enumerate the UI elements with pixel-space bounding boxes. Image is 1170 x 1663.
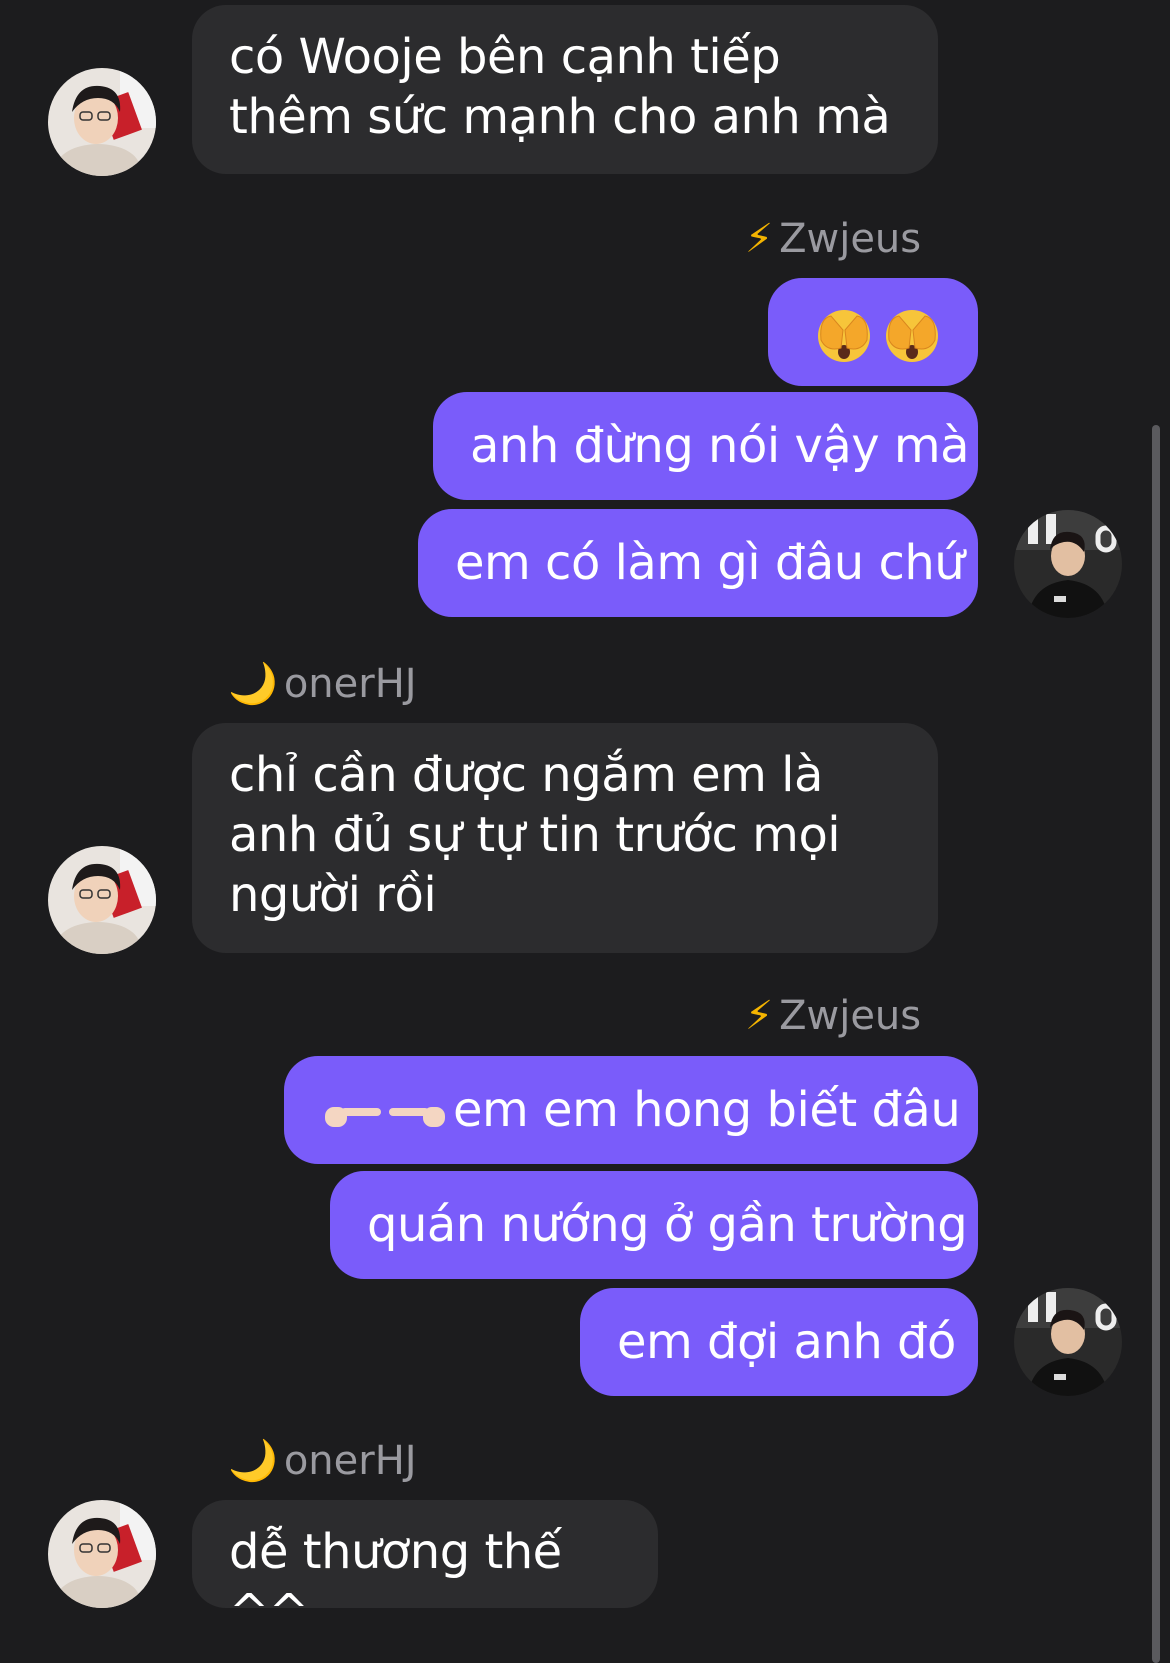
avatar-onerhj[interactable] bbox=[48, 1500, 156, 1608]
message-incoming[interactable]: dễ thương thế ^^ bbox=[192, 1500, 658, 1640]
message-outgoing[interactable]: em đợi anh đó bbox=[580, 1288, 978, 1396]
crescent-moon-icon: 🌙 bbox=[228, 1438, 278, 1484]
avatar-zwjeus[interactable] bbox=[1014, 510, 1122, 618]
sender-name-onerhj: 🌙 onerHJ bbox=[228, 1436, 417, 1486]
message-outgoing-emoji[interactable] bbox=[768, 278, 978, 386]
sender-name-zwjeus: ⚡ Zwjeus bbox=[745, 214, 921, 264]
message-text: quán nướng ở gần trường bbox=[367, 1197, 968, 1253]
sender-name-zwjeus: ⚡ Zwjeus bbox=[745, 991, 921, 1041]
avatar-zwjeus[interactable] bbox=[1014, 1288, 1122, 1396]
message-text: anh đừng nói vậy mà bbox=[470, 418, 970, 474]
lightning-bolt-icon: ⚡ bbox=[745, 216, 774, 262]
scrollbar[interactable] bbox=[1152, 425, 1160, 1663]
fingers-pointing-icon bbox=[325, 1107, 381, 1127]
fingers-pointing-icon bbox=[389, 1107, 445, 1127]
sender-name-text: Zwjeus bbox=[779, 993, 922, 1039]
message-text: dễ thương thế ^^ bbox=[229, 1524, 562, 1640]
message-outgoing[interactable]: anh đừng nói vậy mà bbox=[433, 392, 978, 500]
message-text: em có làm gì đâu chứ bbox=[455, 535, 965, 591]
message-text: em em hong biết đâu bbox=[453, 1082, 961, 1138]
sender-name-onerhj: 🌙 onerHJ bbox=[228, 659, 417, 709]
sender-name-text: onerHJ bbox=[283, 661, 417, 707]
face-with-hands-over-eyes-icon bbox=[886, 310, 938, 362]
message-text: có Wooje bên cạnh tiếp thêm sức mạnh cho… bbox=[229, 29, 891, 145]
message-text: chỉ cần được ngắm em là anh đủ sự tự tin… bbox=[229, 747, 841, 923]
message-outgoing[interactable]: em có làm gì đâu chứ bbox=[418, 509, 978, 617]
sender-name-text: onerHJ bbox=[283, 1438, 417, 1484]
message-incoming[interactable]: chỉ cần được ngắm em là anh đủ sự tự tin… bbox=[192, 723, 938, 953]
chat-thread[interactable]: có Wooje bên cạnh tiếp thêm sức mạnh cho… bbox=[0, 0, 1170, 1663]
message-outgoing[interactable]: quán nướng ở gần trường bbox=[330, 1171, 978, 1279]
face-with-hands-over-eyes-icon bbox=[818, 310, 870, 362]
message-outgoing[interactable]: em em hong biết đâu bbox=[284, 1056, 978, 1164]
avatar-onerhj[interactable] bbox=[48, 846, 156, 954]
message-incoming[interactable]: có Wooje bên cạnh tiếp thêm sức mạnh cho… bbox=[192, 5, 938, 174]
crescent-moon-icon: 🌙 bbox=[228, 661, 278, 707]
avatar-onerhj[interactable] bbox=[48, 68, 156, 176]
message-text: em đợi anh đó bbox=[617, 1314, 956, 1370]
lightning-bolt-icon: ⚡ bbox=[745, 993, 774, 1039]
sender-name-text: Zwjeus bbox=[779, 216, 922, 262]
